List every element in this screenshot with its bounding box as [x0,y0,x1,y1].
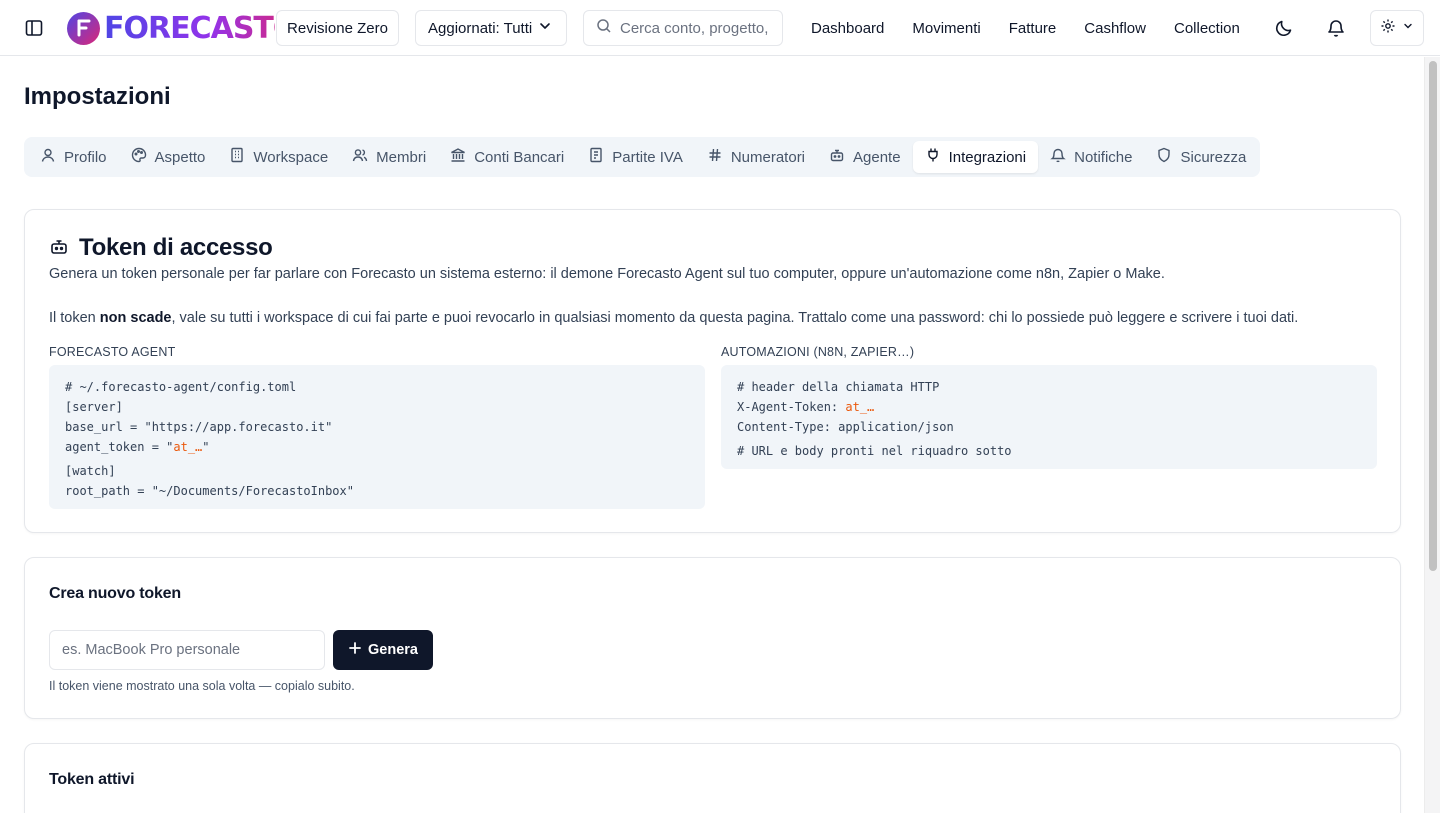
filter-dropdown[interactable]: Aggiornati: Tutti [415,10,567,46]
sidebar-toggle-icon[interactable] [20,14,48,42]
tab-partite-iva[interactable]: Partite IVA [576,141,695,173]
token-placeholder: at_… [173,440,203,454]
automation-headers-code: # header della chiamata HTTP X-Agent-Tok… [721,365,1377,469]
bell-icon [1050,147,1066,167]
tab-label: Sicurezza [1180,148,1247,166]
tab-numeratori[interactable]: Numeratori [695,141,817,173]
filter-label: Aggiornati: Tutti [428,19,533,37]
tab-label: Aspetto [154,148,206,166]
tab-label: Integrazioni [948,148,1027,166]
settings-menu-button[interactable] [1370,10,1424,46]
revision-label: Revisione Zero [287,19,388,37]
tab-label: Workspace [253,148,329,166]
token-description: Genera un token personale per far parlar… [49,266,1165,282]
helper-text: Il token viene mostrato una sola volta —… [49,679,355,693]
shield-icon [1156,147,1172,167]
tab-label: Conti Bancari [474,148,565,166]
search-input[interactable] [620,19,770,37]
palette-icon [131,147,147,167]
nav-movimenti[interactable]: Movimenti [898,20,994,37]
generate-button[interactable]: Genera [333,630,433,670]
card-title: Token attivi [49,771,135,788]
search-icon [596,18,612,39]
token-name-input[interactable] [49,630,325,670]
tab-label: Partite IVA [612,148,683,166]
card-title: Token di accesso [79,234,273,261]
page-scrollbar[interactable] [1424,57,1440,813]
tab-integrazioni[interactable]: Integrazioni [912,141,1039,173]
tab-workspace[interactable]: Workspace [217,141,340,173]
tab-label: Profilo [64,148,107,166]
main-nav: Dashboard Movimenti Fatture Cashflow Col… [797,0,1254,56]
bot-icon [829,147,845,167]
scrollbar-thumb[interactable] [1429,61,1437,571]
tab-conti-bancari[interactable]: Conti Bancari [438,141,576,173]
tab-label: Numeratori [730,148,806,166]
tab-label: Membri [376,148,427,166]
settings-tabs: Profilo Aspetto Workspace Membri Conti B… [24,137,1260,177]
active-tokens-card: Token attivi [24,743,1401,813]
bot-icon [49,236,69,261]
tab-label: Notifiche [1074,148,1133,166]
revision-selector[interactable]: Revisione Zero [276,10,399,46]
generate-label: Genera [368,642,418,658]
create-token-card: Crea nuovo token Genera Il token viene m… [24,557,1401,719]
users-icon [352,147,368,167]
token-placeholder: at_… [845,400,875,414]
user-icon [40,147,56,167]
bell-icon[interactable] [1322,14,1350,42]
top-bar: FORECASTO Revisione Zero Aggiornati: Tut… [0,0,1440,56]
tab-agente[interactable]: Agente [817,141,913,173]
tab-aspetto[interactable]: Aspetto [119,141,218,173]
tab-profilo[interactable]: Profilo [28,141,119,173]
nav-dashboard[interactable]: Dashboard [797,20,898,37]
hash-icon [707,147,723,167]
building-icon [229,147,245,167]
token-access-card: Token di accesso Genera un token persona… [24,209,1401,533]
gear-icon [1380,18,1396,39]
page-title: Impostazioni [24,83,171,110]
bank-icon [450,147,466,167]
tab-membri[interactable]: Membri [340,141,438,173]
moon-icon[interactable] [1270,14,1298,42]
chevron-down-icon [538,19,552,37]
tab-label: Agente [853,148,901,166]
receipt-icon [588,147,604,167]
emphasis-text: non scade [99,310,172,326]
automation-section-label: AUTOMAZIONI (N8N, ZAPIER…) [721,345,915,359]
tab-notifiche[interactable]: Notifiche [1038,141,1144,173]
nav-fatture[interactable]: Fatture [995,20,1071,37]
plus-icon [348,641,362,659]
plug-icon [925,147,941,167]
search-box[interactable] [583,10,783,46]
card-header: Token di accesso [49,234,273,262]
logo-mark-icon [67,11,100,45]
agent-config-code: # ~/.forecasto-agent/config.toml [server… [49,365,705,509]
tab-sicurezza[interactable]: Sicurezza [1144,141,1258,173]
card-title: Crea nuovo token [49,585,181,602]
agent-section-label: FORECASTO AGENT [49,345,176,359]
token-warning: Il token non scade, vale su tutti i work… [49,310,1299,326]
nav-cashflow[interactable]: Cashflow [1070,20,1160,37]
chevron-down-icon [1402,19,1414,37]
logo[interactable]: FORECASTO [67,11,275,45]
nav-collection[interactable]: Collection [1160,20,1254,37]
logo-text: FORECASTO [104,11,275,45]
